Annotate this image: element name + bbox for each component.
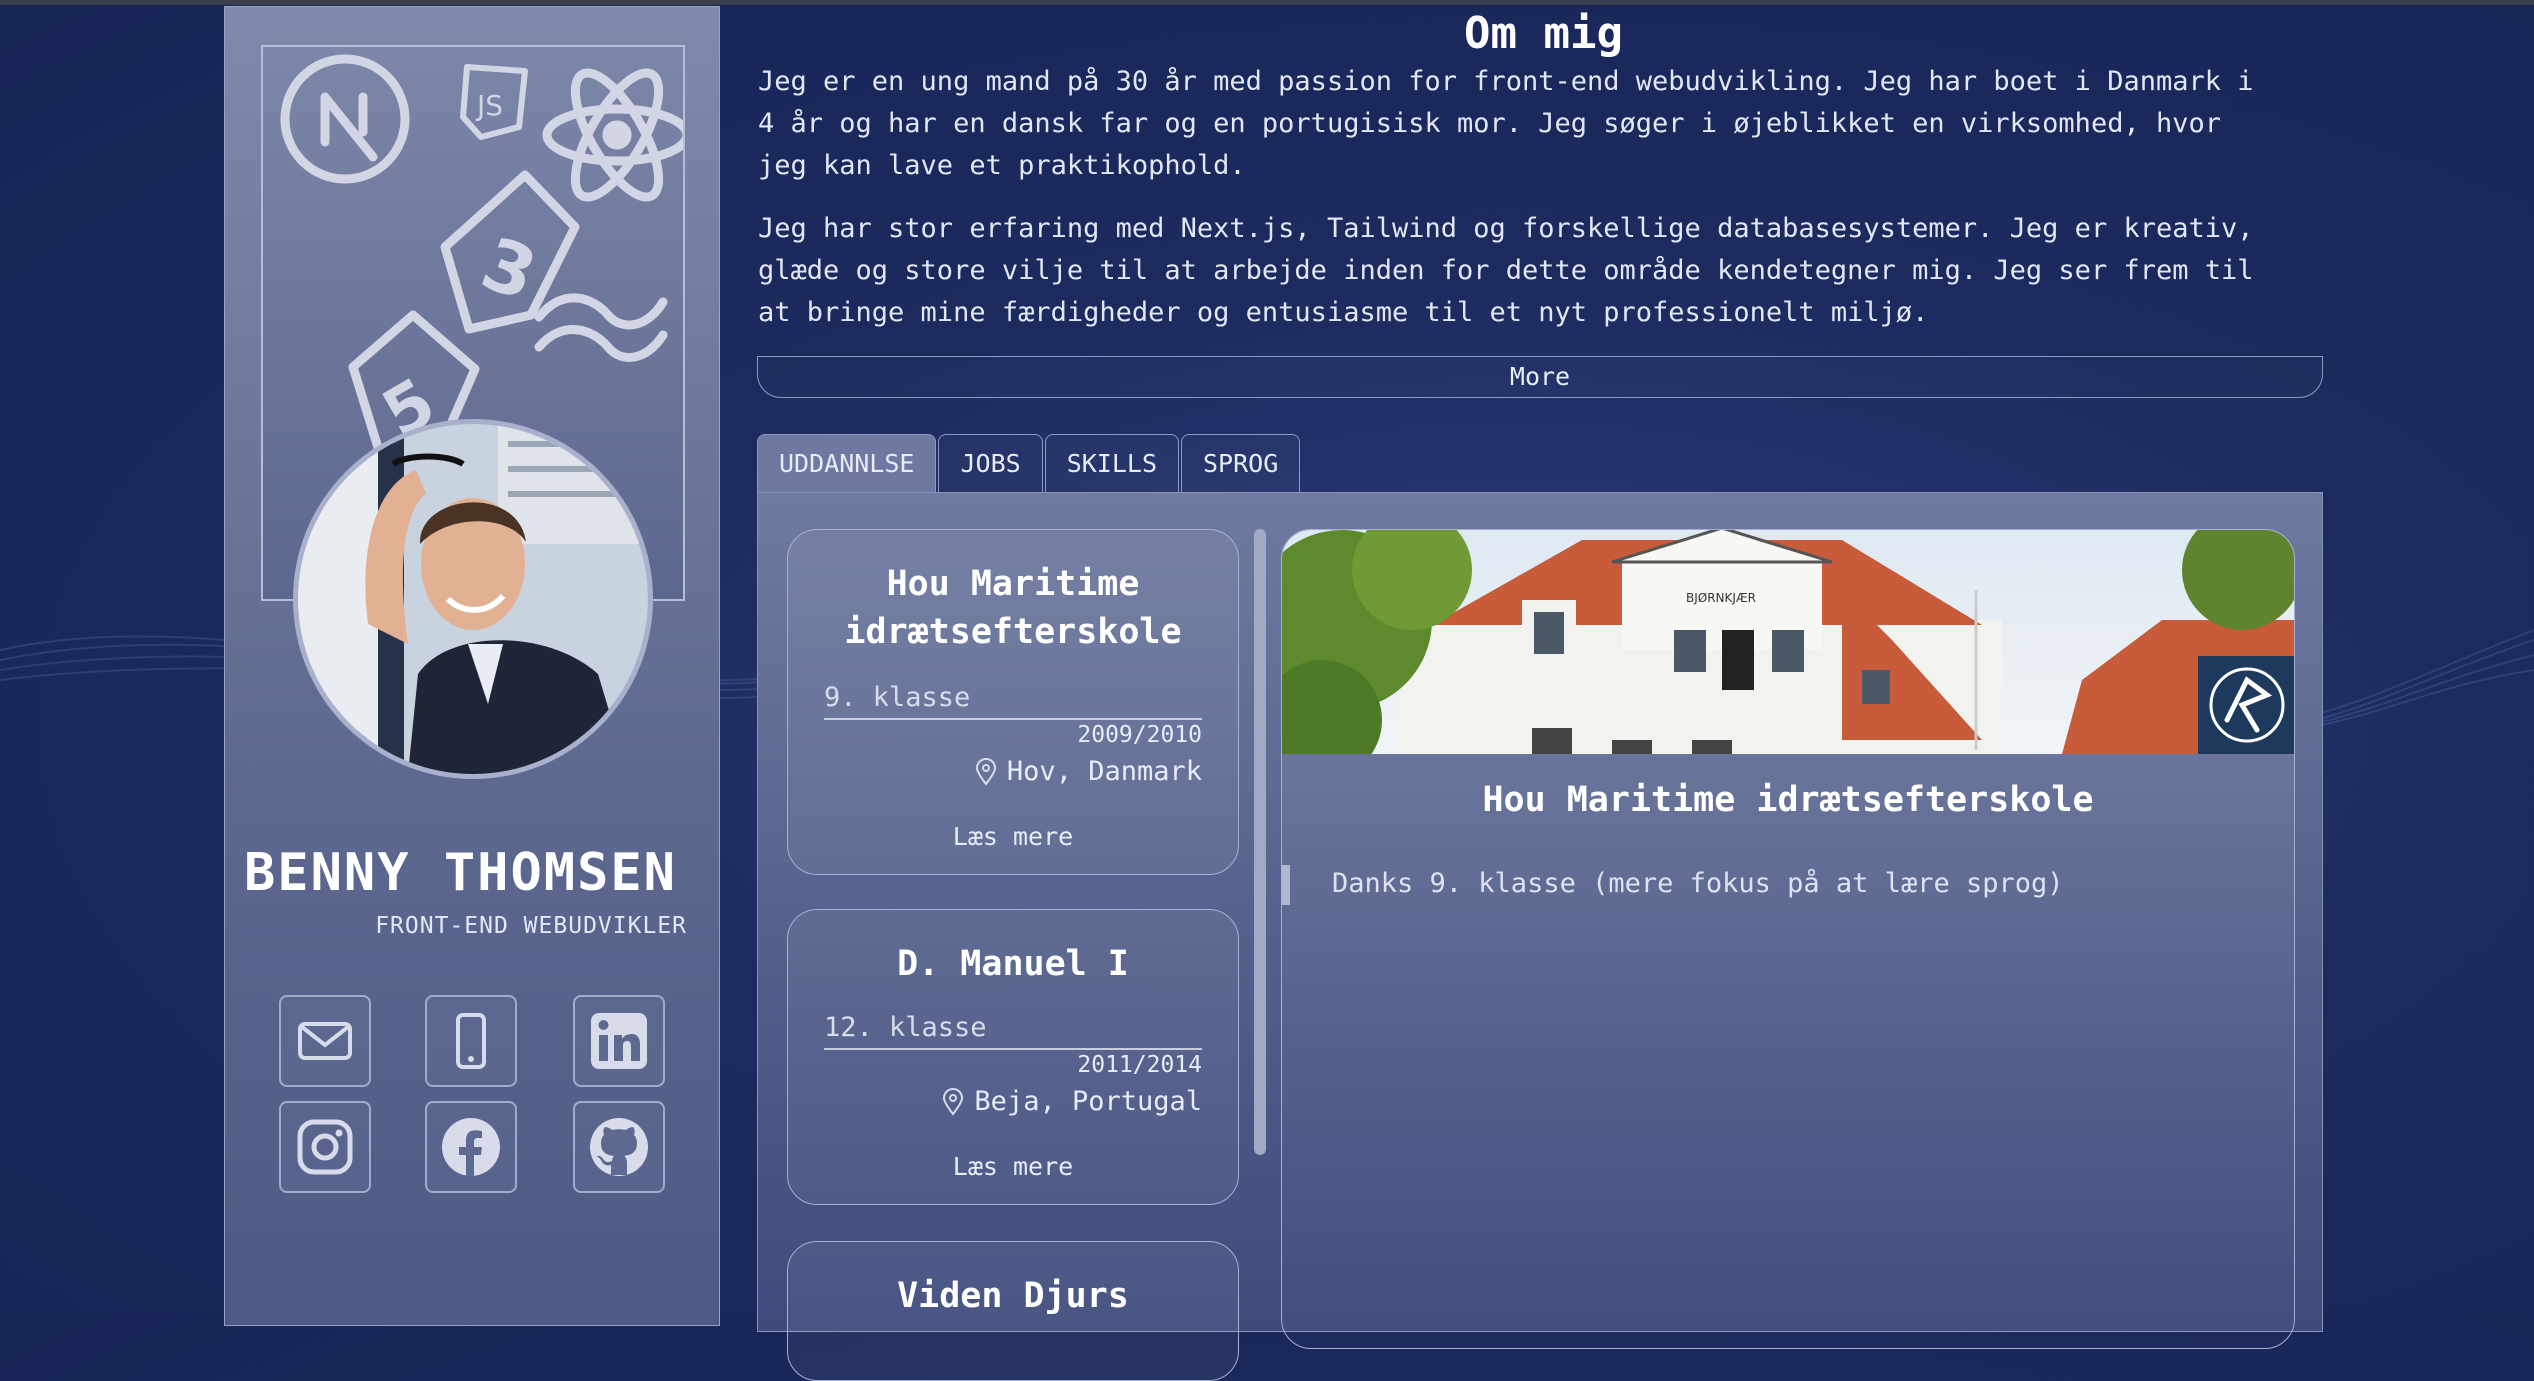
profile-photo xyxy=(293,419,653,779)
education-card[interactable]: Viden Djurs xyxy=(787,1241,1239,1381)
education-card[interactable]: D. Manuel I 12. klasse 2011/2014 Beja, P… xyxy=(787,909,1239,1205)
phone-icon xyxy=(456,1013,486,1069)
read-more-link[interactable]: Læs mere xyxy=(788,1152,1238,1181)
instagram-icon xyxy=(297,1119,353,1175)
about-line: at bringe mine færdigheder og entusiasme… xyxy=(758,297,1929,328)
about-title: Om mig xyxy=(1464,8,1623,59)
github-icon xyxy=(590,1118,648,1176)
profile-name: BENNY THOMSEN xyxy=(244,843,677,903)
about-line: 4 år og har en dansk far og en portugisi… xyxy=(758,108,2221,139)
profile-sidebar: JS 3 5 BENNY THOMSEN FRONT-END WEBUDVIKL… xyxy=(224,6,720,1326)
tab-education[interactable]: UDDANNLSE xyxy=(757,434,937,492)
tab-languages[interactable]: SPROG xyxy=(1181,434,1301,492)
facebook-icon xyxy=(442,1118,500,1177)
linkedin-button[interactable] xyxy=(573,995,665,1087)
profile-role: FRONT-END WEBUDVIKLER xyxy=(375,913,687,939)
location-pin-icon xyxy=(943,1087,964,1116)
about-line: Jeg er en ung mand på 30 år med passion … xyxy=(758,66,2254,97)
about-line: Jeg har stor erfaring med Next.js, Tailw… xyxy=(758,213,2254,244)
github-button[interactable] xyxy=(573,1101,665,1193)
svg-text:JS: JS xyxy=(475,89,503,122)
mail-icon xyxy=(298,1022,352,1060)
read-more-link[interactable]: Læs mere xyxy=(788,822,1238,851)
location-pin-icon xyxy=(975,757,996,786)
card-title-line: Hou Maritime xyxy=(886,564,1140,604)
about-line: glæde og store vilje til at arbejde inde… xyxy=(758,255,2254,286)
card-title: D. Manuel I xyxy=(897,944,1129,984)
card-location: Hov, Danmark xyxy=(975,756,1202,787)
tab-skills[interactable]: SKILLS xyxy=(1044,434,1179,492)
instagram-button[interactable] xyxy=(279,1101,371,1193)
tab-jobs[interactable]: JOBS xyxy=(938,434,1043,492)
card-divider xyxy=(824,1048,1202,1050)
card-years: 2011/2014 xyxy=(1077,1052,1202,1078)
top-bar xyxy=(0,0,2534,5)
about-paragraph-2: Jeg har stor erfaring med Next.js, Tailw… xyxy=(758,208,2318,334)
svg-text:BJØRNKJÆR: BJØRNKJÆR xyxy=(1686,591,1756,605)
detail-description: Danks 9. klasse (mere fokus på at lære s… xyxy=(1332,868,2064,899)
linkedin-icon xyxy=(591,1013,647,1069)
card-grade: 9. klasse xyxy=(824,682,971,713)
more-button[interactable]: More xyxy=(757,356,2323,398)
education-card[interactable]: Hou Maritime idrætsefterskole 9. klasse … xyxy=(787,529,1239,875)
card-title-line: idrætsefterskole xyxy=(844,612,1182,652)
card-title: Viden Djurs xyxy=(897,1276,1129,1316)
card-title: Hou Maritime idrætsefterskole xyxy=(788,560,1238,656)
detail-marker xyxy=(1282,865,1290,905)
card-divider xyxy=(824,718,1202,720)
tab-bar: UDDANNLSE JOBS SKILLS SPROG xyxy=(757,434,1302,492)
card-location: Beja, Portugal xyxy=(942,1086,1202,1117)
education-panel: Hou Maritime idrætsefterskole 9. klasse … xyxy=(757,492,2323,1381)
cards-scrollbar[interactable] xyxy=(1254,529,1266,1155)
mail-button[interactable] xyxy=(279,995,371,1087)
facebook-button[interactable] xyxy=(425,1101,517,1193)
education-detail: BJØRNKJÆR Hou Maritime idrætsefterskole … xyxy=(1281,529,2295,1349)
card-location-text: Beja, Portugal xyxy=(974,1086,1202,1117)
card-location-text: Hov, Danmark xyxy=(1006,756,1202,787)
card-years: 2009/2010 xyxy=(1077,722,1202,748)
card-grade: 12. klasse xyxy=(824,1012,987,1043)
detail-title: Hou Maritime idrætsefterskole xyxy=(1482,780,2094,820)
phone-button[interactable] xyxy=(425,995,517,1087)
about-paragraph-1: Jeg er en ung mand på 30 år med passion … xyxy=(758,61,2318,187)
school-photo: BJØRNKJÆR xyxy=(1282,530,2294,754)
about-line: jeg kan lave et praktikophold. xyxy=(758,150,1246,181)
